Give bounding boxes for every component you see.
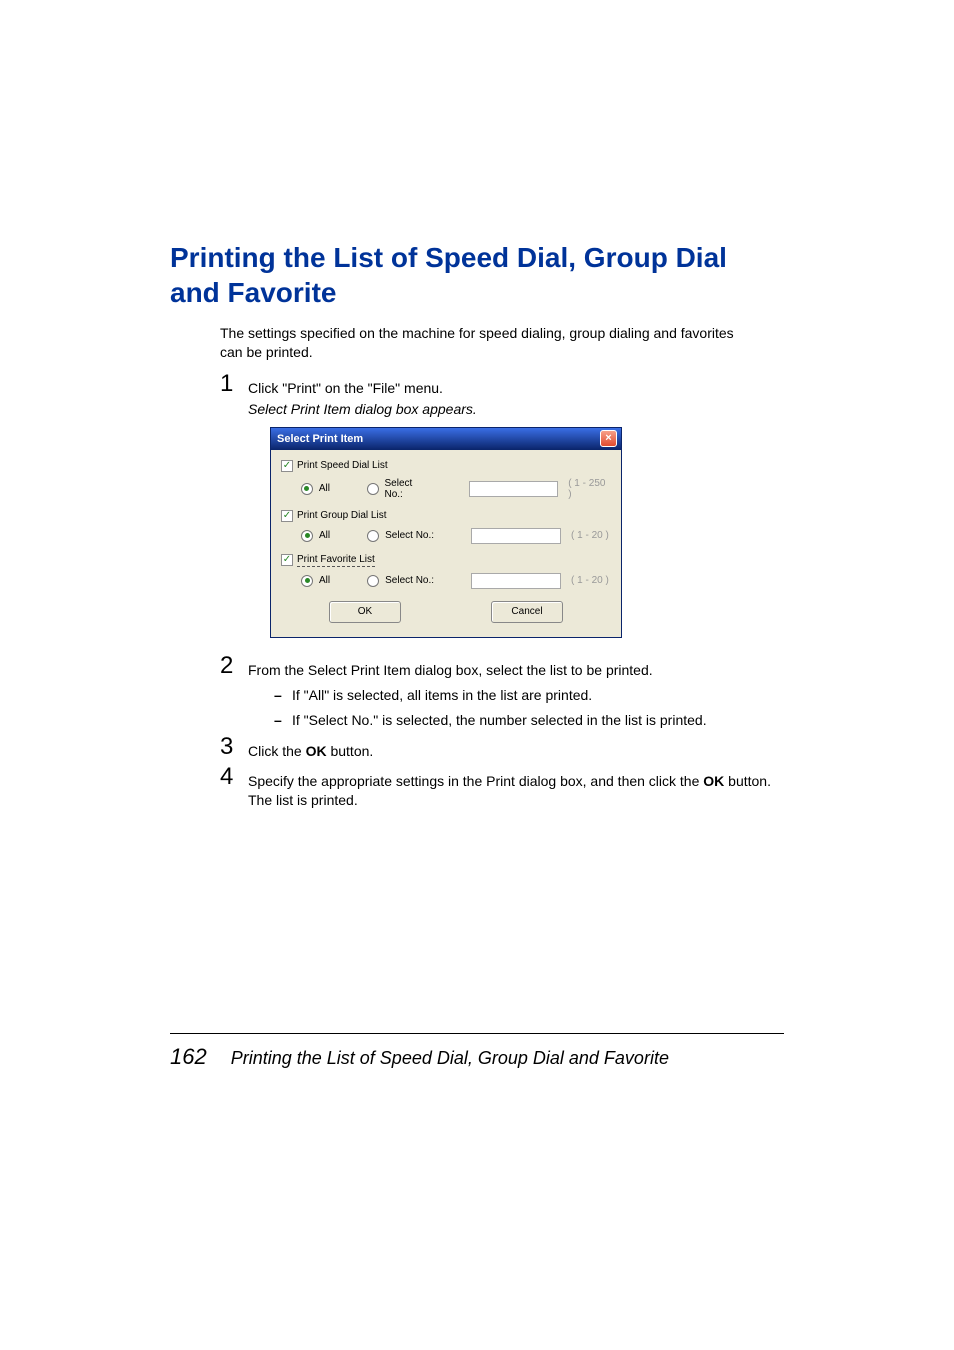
list-item-text: If "All" is selected, all items in the l… [292, 686, 592, 706]
radio-all-label: All [319, 483, 330, 494]
dialog-screenshot: Select Print Item × ✓ Print Speed Dial L… [270, 427, 784, 638]
radio-select-label: Select No.: [385, 530, 434, 541]
group-label: Print Speed Dial List [297, 460, 388, 471]
list-item-text: If "Select No." is selected, the number … [292, 711, 707, 731]
radio-select-no[interactable] [367, 483, 379, 495]
step-number: 4 [220, 765, 242, 789]
page-number: 162 [170, 1044, 207, 1070]
group-label: Print Favorite List [297, 554, 375, 567]
checkbox-icon[interactable]: ✓ [281, 554, 293, 566]
radio-select-label: Select No.: [385, 575, 434, 586]
dialog-button-row: OK Cancel [281, 601, 611, 623]
radio-all[interactable] [301, 483, 313, 495]
step-text: From the Select Print Item dialog box, s… [248, 654, 784, 680]
step-number: 3 [220, 735, 242, 759]
step-text: Click the OK button. [248, 735, 784, 761]
dash-icon: – [274, 686, 292, 706]
dialog-title: Select Print Item [277, 433, 363, 445]
step-2-sublist: – If "All" is selected, all items in the… [274, 686, 784, 731]
dialog-titlebar: Select Print Item × [271, 428, 621, 450]
ok-button[interactable]: OK [329, 601, 401, 623]
group-label: Print Group Dial List [297, 510, 386, 521]
intro-paragraph: The settings specified on the machine fo… [220, 324, 740, 362]
range-hint: ( 1 - 250 ) [568, 478, 611, 500]
step-1: 1 Click "Print" on the "File" menu. [220, 372, 784, 398]
step-text: Specify the appropriate settings in the … [248, 765, 784, 810]
step-number: 1 [220, 372, 242, 396]
range-input[interactable] [469, 481, 558, 497]
page: Printing the List of Speed Dial, Group D… [0, 0, 954, 1350]
list-item: – If "Select No." is selected, the numbe… [274, 711, 784, 731]
step-4: 4 Specify the appropriate settings in th… [220, 765, 784, 810]
dash-icon: – [274, 711, 292, 731]
group-group-dial: ✓ Print Group Dial List All Select No.: … [281, 510, 611, 544]
range-input[interactable] [471, 573, 561, 589]
footer-title: Printing the List of Speed Dial, Group D… [231, 1048, 784, 1069]
list-item: – If "All" is selected, all items in the… [274, 686, 784, 706]
range-input[interactable] [471, 528, 561, 544]
checkbox-icon[interactable]: ✓ [281, 460, 293, 472]
select-print-item-dialog: Select Print Item × ✓ Print Speed Dial L… [270, 427, 622, 638]
range-hint: ( 1 - 20 ) [571, 530, 609, 541]
radio-all[interactable] [301, 530, 313, 542]
group-speed-dial: ✓ Print Speed Dial List All Select No.: … [281, 460, 611, 500]
radio-all-label: All [319, 530, 330, 541]
page-footer: 162 Printing the List of Speed Dial, Gro… [170, 1033, 784, 1070]
step-2: 2 From the Select Print Item dialog box,… [220, 654, 784, 680]
group-favorite: ✓ Print Favorite List All Select No.: ( … [281, 554, 611, 589]
radio-select-label: Select No.: [385, 478, 433, 500]
step-text: Click "Print" on the "File" menu. [248, 372, 784, 398]
range-hint: ( 1 - 20 ) [571, 575, 609, 586]
radio-all[interactable] [301, 575, 313, 587]
radio-select-no[interactable] [367, 530, 379, 542]
radio-all-label: All [319, 575, 330, 586]
checkbox-icon[interactable]: ✓ [281, 510, 293, 522]
cancel-button[interactable]: Cancel [491, 601, 563, 623]
dialog-body: ✓ Print Speed Dial List All Select No.: … [271, 450, 621, 637]
radio-select-no[interactable] [367, 575, 379, 587]
step-1-note: Select Print Item dialog box appears. [248, 401, 784, 417]
close-icon[interactable]: × [600, 430, 617, 447]
step-number: 2 [220, 654, 242, 678]
section-heading: Printing the List of Speed Dial, Group D… [170, 240, 784, 310]
step-3: 3 Click the OK button. [220, 735, 784, 761]
